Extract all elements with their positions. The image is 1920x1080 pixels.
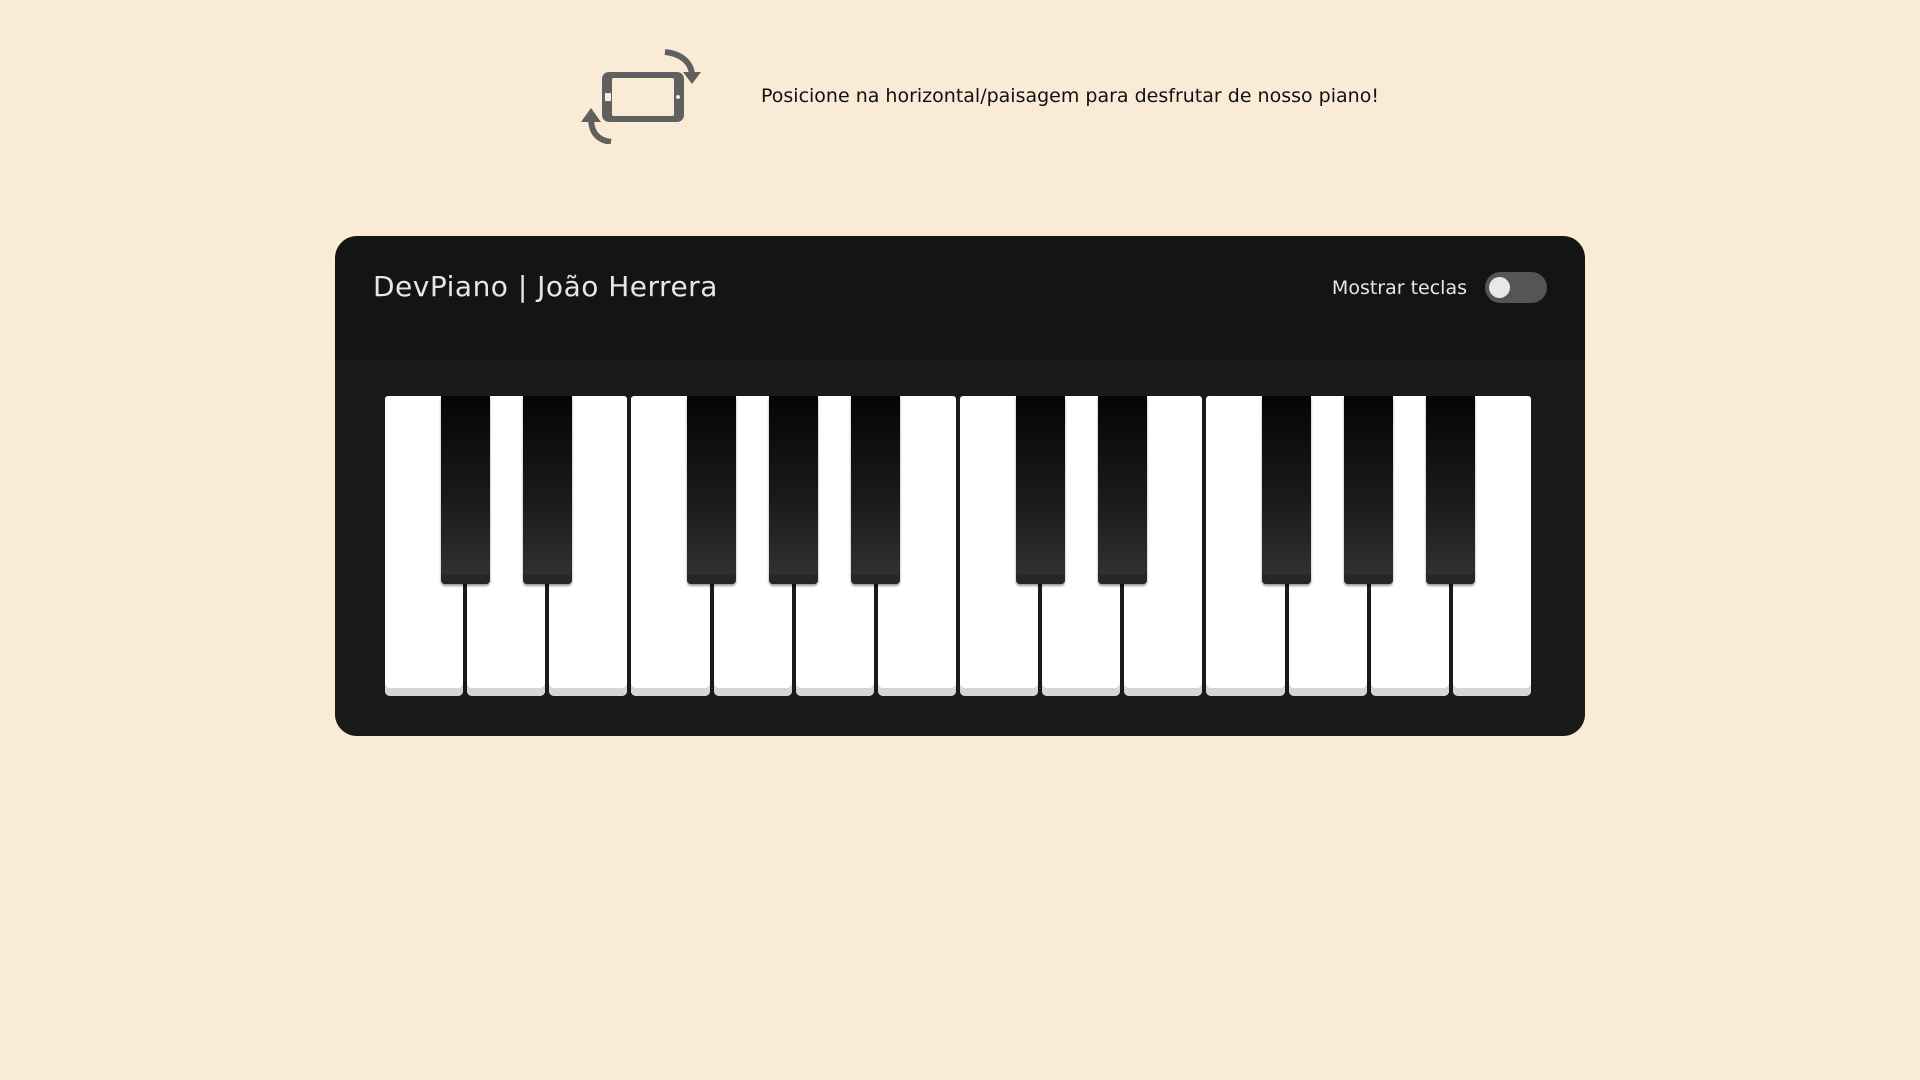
show-keys-label: Mostrar teclas: [1331, 276, 1467, 299]
black-key-f-sharp[interactable]: [687, 396, 737, 584]
piano-header: DevPiano | João Herrera Mostrar teclas: [335, 236, 1585, 360]
orientation-notice-text: Posicione na horizontal/paisagem para de…: [761, 85, 1379, 107]
black-key-g-sharp[interactable]: [769, 396, 819, 584]
black-key-c-sharp[interactable]: [440, 396, 490, 584]
show-keys-control: Mostrar teclas: [1332, 272, 1547, 303]
piano-title: DevPiano | João Herrera: [373, 270, 718, 303]
black-key-d-sharp[interactable]: [522, 396, 572, 584]
piano-keys: [385, 396, 1535, 696]
black-key-a-sharp[interactable]: [851, 396, 901, 584]
black-key-c-sharp2[interactable]: [1015, 396, 1065, 584]
toggle-knob: [1489, 277, 1510, 298]
orientation-notice: Posicione na horizontal/paisagem para de…: [575, 48, 1379, 144]
black-key-f-sharp2[interactable]: [1262, 396, 1312, 584]
black-key-a-sharp2[interactable]: [1426, 396, 1476, 584]
black-key-g-sharp2[interactable]: [1344, 396, 1394, 584]
piano-container: DevPiano | João Herrera Mostrar teclas: [335, 236, 1585, 736]
keys-area: [335, 360, 1585, 736]
black-key-d-sharp2[interactable]: [1097, 396, 1147, 584]
show-keys-toggle[interactable]: [1485, 272, 1547, 303]
rotate-device-icon: [581, 49, 701, 144]
